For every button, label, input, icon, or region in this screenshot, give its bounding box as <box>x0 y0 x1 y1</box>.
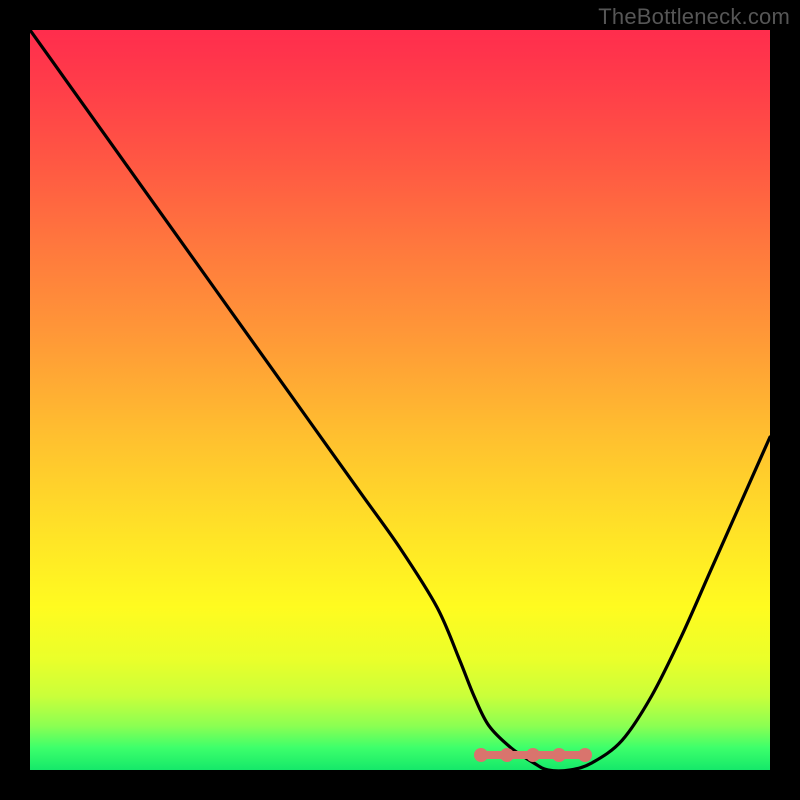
optimal-range-marker <box>474 748 592 762</box>
chart-frame: TheBottleneck.com <box>0 0 800 800</box>
bottleneck-curve <box>30 30 770 770</box>
plot-area <box>30 30 770 770</box>
optimal-range-dot <box>526 748 540 762</box>
optimal-range-dot <box>578 748 592 762</box>
curve-layer <box>30 30 770 770</box>
optimal-range-dot <box>552 748 566 762</box>
watermark-text: TheBottleneck.com <box>598 4 790 30</box>
optimal-range-dot <box>500 748 514 762</box>
optimal-range-dot <box>474 748 488 762</box>
